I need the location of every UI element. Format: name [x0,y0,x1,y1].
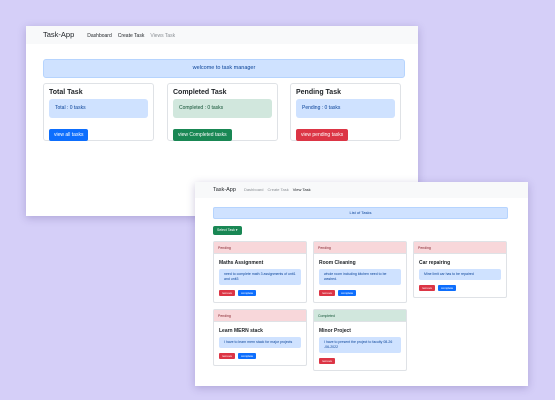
task-description: I have to present the project to faculty… [319,337,401,353]
welcome-banner: welcome to task manager [43,59,405,78]
nav-link-create-task[interactable]: Create Task [268,182,289,198]
card-info: Pending : 0 tasks [296,99,395,118]
complete-button[interactable]: complete [238,290,257,296]
remove-button[interactable]: remove [419,285,436,291]
completed-task-card: Completed Task Completed : 0 tasks view … [167,83,278,141]
task-title: Room Cleaning [319,260,356,266]
task-card: Pending Room Cleaning whole room includi… [313,241,407,303]
task-status: Pending [314,242,406,254]
view-all-tasks-button[interactable]: view all tasks [49,129,89,141]
task-card: Pending Learn MERN stack I have to learn… [213,309,307,366]
task-card: Pending Maths Assignment need to complet… [213,241,307,303]
task-description: need to complete math 3 assignments of u… [219,269,301,285]
navbar: Task-App Dashboard Create Task View Task [195,182,528,198]
task-title: Car repairing [419,260,451,266]
complete-button[interactable]: complete [238,353,257,359]
navbar-brand[interactable]: Task-App [43,26,74,44]
task-card: Completed Minor Project I have to presen… [313,309,407,371]
list-title-banner: List of Tasks [213,207,508,219]
remove-button[interactable]: remove [219,353,236,359]
complete-button[interactable]: complete [338,290,357,296]
card-info: Completed : 0 tasks [173,99,272,118]
remove-button[interactable]: remove [319,290,336,296]
select-task-dropdown[interactable]: Select Task ▾ [213,226,242,235]
view-pending-tasks-button[interactable]: view pending tasks [296,129,349,141]
remove-button[interactable]: remove [219,290,236,296]
task-status: Pending [214,242,306,254]
card-info: Total : 0 tasks [49,99,148,118]
task-description: Mine limit car has to be repaired [419,269,501,280]
card-title: Total Task [49,89,83,96]
navbar-brand[interactable]: Task-App [213,182,236,198]
task-description: I have to learn mern stack for major pro… [219,337,301,348]
card-title: Pending Task [296,89,341,96]
complete-button[interactable]: complete [438,285,457,291]
task-title: Maths Assignment [219,260,264,266]
nav-link-view-task[interactable]: View Task [293,182,311,198]
remove-button[interactable]: remove [319,358,336,364]
total-task-card: Total Task Total : 0 tasks view all task… [43,83,154,141]
task-status: Pending [214,310,306,322]
task-title: Learn MERN stack [219,328,263,334]
task-card: Pending Car repairing Mine limit car has… [413,241,507,298]
task-title: Minor Project [319,328,351,334]
nav-link-create-task[interactable]: Create Task [118,27,145,45]
card-title: Completed Task [173,89,227,96]
view-task-window: Task-App Dashboard Create Task View Task… [195,182,528,386]
view-completed-tasks-button[interactable]: view Completed tasks [173,129,232,141]
task-description: whole room including kitchen need to be … [319,269,401,285]
nav-link-dashboard[interactable]: Dashboard [244,182,264,198]
task-status: Pending [414,242,506,254]
task-status: Completed [314,310,406,322]
pending-task-card: Pending Task Pending : 0 tasks view pend… [290,83,401,141]
nav-link-dashboard[interactable]: Dashboard [87,27,111,45]
nav-link-views-task[interactable]: Views Task [150,27,175,45]
navbar: Task-App Dashboard Create Task Views Tas… [26,26,418,44]
